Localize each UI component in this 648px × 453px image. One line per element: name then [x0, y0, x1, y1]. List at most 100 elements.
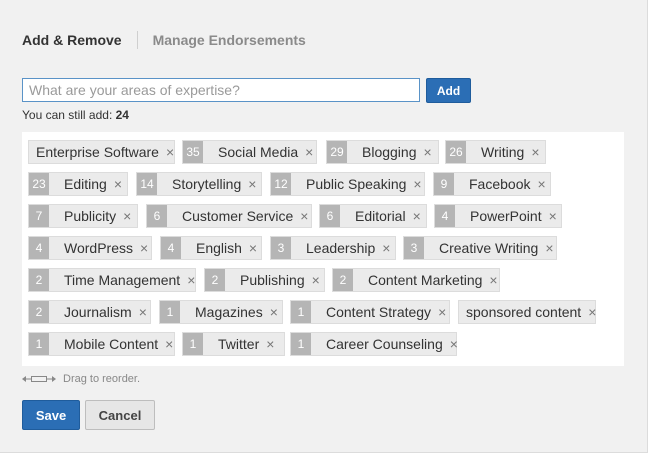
skill-chip[interactable]: 4 WordPress × — [28, 236, 152, 260]
close-icon[interactable]: × — [545, 241, 553, 255]
skill-chip[interactable]: 1 Career Counseling × — [290, 332, 458, 356]
skill-name: Content Marketing — [368, 272, 483, 288]
skill-chip[interactable]: 2 Journalism × — [28, 300, 151, 324]
skill-chip[interactable]: Enterprise Software × — [28, 140, 175, 164]
endorsement-count: 14 — [137, 173, 157, 195]
tab-manage-endorsements[interactable]: Manage Endorsements — [153, 32, 306, 48]
skill-chip[interactable]: 1 Magazines × — [159, 300, 283, 324]
skill-chip[interactable]: 26 Writing × — [445, 140, 546, 164]
endorsement-count: 4 — [161, 237, 181, 259]
add-skill-button[interactable]: Add — [426, 78, 471, 103]
skill-chip[interactable]: 3 Creative Writing × — [403, 236, 557, 260]
close-icon[interactable]: × — [413, 177, 421, 191]
skill-chip[interactable]: 1 Mobile Content × — [28, 332, 175, 356]
endorsement-count: 29 — [327, 141, 347, 163]
skill-chip[interactable]: 23 Editing × — [28, 172, 128, 196]
close-icon[interactable]: × — [413, 209, 421, 223]
skill-name: Mobile Content — [64, 336, 159, 352]
endorsement-count: 23 — [29, 173, 49, 195]
close-icon[interactable]: × — [424, 145, 432, 159]
endorsement-count: 3 — [271, 237, 291, 259]
close-icon[interactable]: × — [139, 305, 147, 319]
skill-chip[interactable]: 1 Content Strategy × — [290, 300, 450, 324]
skill-name: Publicity — [64, 208, 117, 224]
tab-divider — [136, 31, 138, 49]
skill-chip[interactable]: 3 Leadership × — [270, 236, 396, 260]
skill-chip[interactable]: 9 Facebook × — [433, 172, 551, 196]
endorsement-count: 4 — [435, 205, 455, 227]
close-icon[interactable]: × — [248, 177, 256, 191]
skill-name: Public Speaking — [306, 176, 407, 192]
endorsement-count: 3 — [404, 237, 424, 259]
skill-input[interactable] — [23, 79, 419, 101]
skill-chip[interactable]: 1 Twitter × — [182, 332, 285, 356]
skill-chip[interactable]: 14 Storytelling × — [136, 172, 262, 196]
skill-name: Twitter — [218, 336, 260, 352]
close-icon[interactable]: × — [123, 209, 131, 223]
drag-arrows-icon — [22, 374, 56, 384]
skill-name: Editing — [64, 176, 107, 192]
skill-chip[interactable]: 4 English × — [160, 236, 262, 260]
close-icon[interactable]: × — [300, 209, 308, 223]
endorsement-count: 2 — [333, 269, 353, 291]
endorsement-count: 1 — [291, 333, 311, 355]
endorsement-count: 2 — [205, 269, 225, 291]
remaining-label: You can still add: — [22, 108, 116, 122]
skill-chip[interactable]: 2 Time Management × — [28, 268, 196, 292]
close-icon[interactable]: × — [140, 241, 148, 255]
skill-name: Career Counseling — [326, 336, 443, 352]
close-icon[interactable]: × — [270, 305, 278, 319]
skill-name: Creative Writing — [439, 240, 539, 256]
skill-chip[interactable]: 12 Public Speaking × — [270, 172, 425, 196]
endorsement-count: 1 — [160, 301, 180, 323]
skill-chip[interactable]: 2 Content Marketing × — [332, 268, 500, 292]
save-button[interactable]: Save — [22, 400, 80, 430]
skill-chip[interactable]: 35 Social Media × — [182, 140, 317, 164]
skill-chip[interactable]: 2 Publishing × — [204, 268, 325, 292]
skill-name: Journalism — [64, 304, 132, 320]
endorsement-count: 35 — [183, 141, 203, 163]
close-icon[interactable]: × — [588, 305, 596, 319]
tab-add-remove[interactable]: Add & Remove — [22, 32, 122, 48]
close-icon[interactable]: × — [187, 273, 195, 287]
skill-name: Storytelling — [172, 176, 242, 192]
skill-name: PowerPoint — [470, 208, 542, 224]
skill-chip[interactable]: 7 Publicity × — [28, 204, 138, 228]
endorsement-count: 26 — [446, 141, 466, 163]
close-icon[interactable]: × — [537, 177, 545, 191]
skill-chip[interactable]: 6 Customer Service × — [146, 204, 312, 228]
skill-chip[interactable]: 4 PowerPoint × — [434, 204, 562, 228]
endorsement-count: 4 — [29, 237, 49, 259]
skill-chip[interactable]: 29 Blogging × — [326, 140, 439, 164]
skill-name: Blogging — [362, 144, 417, 160]
cancel-button[interactable]: Cancel — [85, 400, 155, 430]
close-icon[interactable]: × — [549, 209, 557, 223]
skill-chip[interactable]: sponsored content × — [458, 300, 596, 324]
skill-name: Content Strategy — [326, 304, 432, 320]
skill-chip[interactable]: 6 Editorial × — [319, 204, 427, 228]
skill-name: WordPress — [64, 240, 133, 256]
skill-name: sponsored content — [466, 304, 582, 320]
endorsement-count: 2 — [29, 301, 49, 323]
tab-bar: Add & Remove Manage Endorsements — [22, 31, 306, 49]
close-icon[interactable]: × — [114, 177, 122, 191]
close-icon[interactable]: × — [305, 145, 313, 159]
close-icon[interactable]: × — [165, 337, 173, 351]
close-icon[interactable]: × — [249, 241, 257, 255]
close-icon[interactable]: × — [531, 145, 539, 159]
close-icon[interactable]: × — [382, 241, 390, 255]
endorsement-count: 12 — [271, 173, 291, 195]
close-icon[interactable]: × — [312, 273, 320, 287]
skill-name: Publishing — [240, 272, 305, 288]
drag-hint: Drag to reorder. — [22, 373, 140, 385]
close-icon[interactable]: × — [166, 145, 174, 159]
close-icon[interactable]: × — [489, 273, 497, 287]
close-icon[interactable]: × — [438, 305, 446, 319]
endorsement-count: 1 — [183, 333, 203, 355]
endorsement-count: 9 — [434, 173, 454, 195]
skill-name: English — [196, 240, 242, 256]
endorsement-count: 2 — [29, 269, 49, 291]
close-icon[interactable]: × — [266, 337, 274, 351]
close-icon[interactable]: × — [450, 337, 458, 351]
remaining-count: 24 — [115, 108, 129, 122]
